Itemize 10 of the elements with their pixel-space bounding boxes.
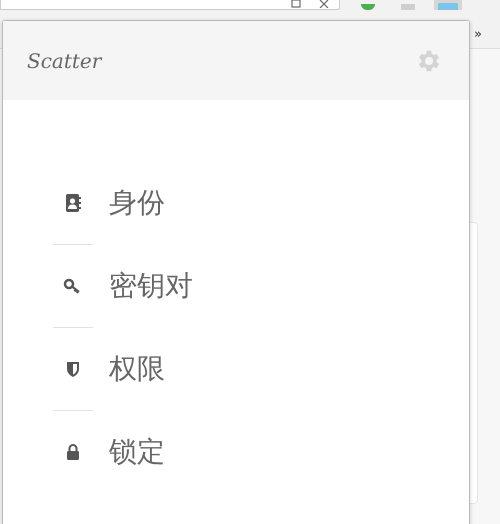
overflow-button[interactable]: » [474, 27, 482, 42]
extension-icon[interactable] [434, 0, 462, 10]
contact-book-icon [63, 193, 83, 213]
menu-item[interactable]: 权限 [53, 344, 363, 394]
logo: Scatter [27, 48, 102, 72]
menu-item[interactable]: 身份 [53, 178, 363, 228]
page-icon[interactable] [291, 0, 301, 8]
address-field[interactable] [0, 0, 340, 10]
menu-item[interactable]: 密钥对 [53, 261, 363, 311]
menu-item[interactable]: 锁定 [53, 427, 363, 477]
